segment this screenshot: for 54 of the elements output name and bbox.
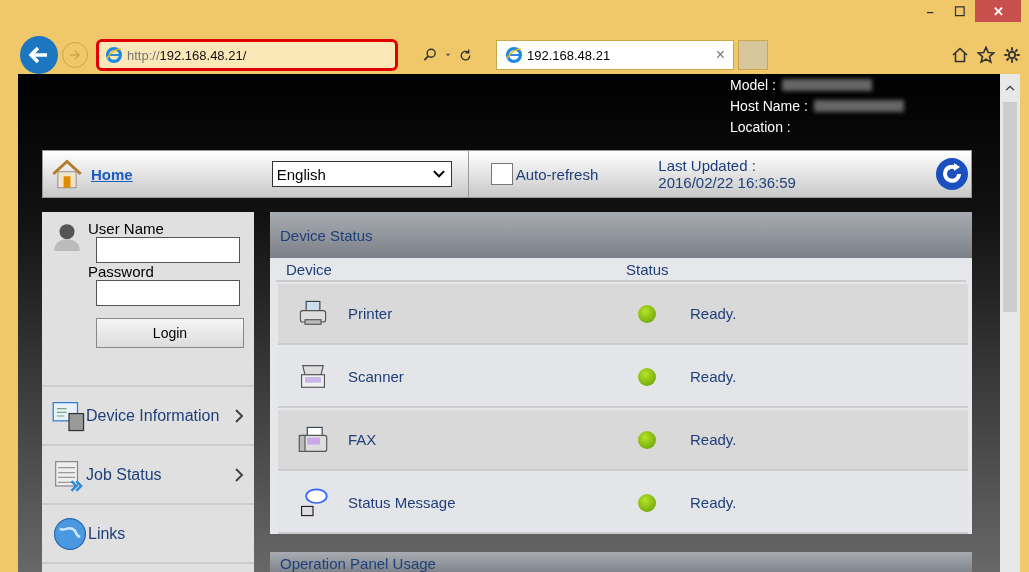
status-dot [638, 304, 656, 323]
maximize-button[interactable]: ☐ [945, 0, 975, 22]
status-dot [638, 367, 656, 386]
house-icon [51, 157, 83, 191]
info-label: Model : [730, 77, 776, 93]
sidebar-link[interactable]: Job Status [86, 465, 234, 484]
device-name: Scanner [348, 368, 405, 385]
last-updated-label: Last Updated : [658, 157, 757, 174]
sidebar-link[interactable]: Links [88, 524, 244, 543]
user-name-field[interactable] [96, 237, 240, 263]
home-link[interactable]: Home [91, 165, 133, 183]
panel-title: Operation Panel Usage [270, 552, 972, 572]
minimize-button[interactable]: – [915, 0, 945, 22]
address-field[interactable]: http://192.168.48.21/ [96, 39, 398, 71]
home-icon [951, 46, 969, 64]
user-name-label: User Name [88, 220, 165, 237]
tab-title: 192.168.48.21 [527, 47, 611, 63]
settings-icon [1003, 46, 1021, 64]
close-button[interactable]: ✕ [975, 0, 1021, 22]
tab-close-button[interactable]: × [715, 46, 725, 64]
column-header: Status [626, 260, 669, 278]
password-field[interactable] [96, 280, 240, 306]
star-icon [977, 46, 995, 64]
dropdown-caret-icon [443, 51, 452, 59]
back-button[interactable] [20, 36, 58, 74]
status-dot [638, 493, 656, 512]
browser-logo-icon [505, 46, 523, 64]
scrollbar[interactable] [1000, 74, 1020, 572]
auto-refresh-label: Auto-refresh [515, 165, 599, 183]
column-header: Device [285, 260, 333, 278]
search-icon [421, 47, 438, 63]
sidebar-link[interactable]: Device Information [86, 406, 234, 425]
language-select[interactable]: English [271, 161, 452, 187]
device-name: FAX [348, 431, 378, 448]
device-name: Status Message [348, 494, 457, 511]
login-button[interactable]: Login [96, 318, 244, 348]
password-label: Password [88, 263, 155, 280]
device-status: Ready. [690, 494, 737, 511]
auto-refresh-checkbox[interactable] [490, 163, 513, 185]
last-updated-time: 2016/02/22 16:36:59 [658, 174, 796, 191]
browser-logo-icon [105, 46, 123, 64]
status-dot [638, 430, 656, 449]
panel-title: Device Status [270, 212, 972, 258]
device-status: Ready. [690, 368, 737, 385]
info-label: Host Name : [730, 98, 808, 114]
browser-tab[interactable]: 192.168.48.21 × [496, 40, 734, 70]
arrow-left-icon [28, 44, 50, 66]
device-status: Ready. [690, 305, 737, 322]
refresh-icon[interactable] [935, 157, 969, 191]
arrow-right-icon [68, 48, 82, 62]
device-name: Printer [348, 305, 394, 322]
info-label: Location : [730, 119, 791, 135]
globe-icon [52, 515, 88, 552]
device-status: Ready. [690, 431, 737, 448]
